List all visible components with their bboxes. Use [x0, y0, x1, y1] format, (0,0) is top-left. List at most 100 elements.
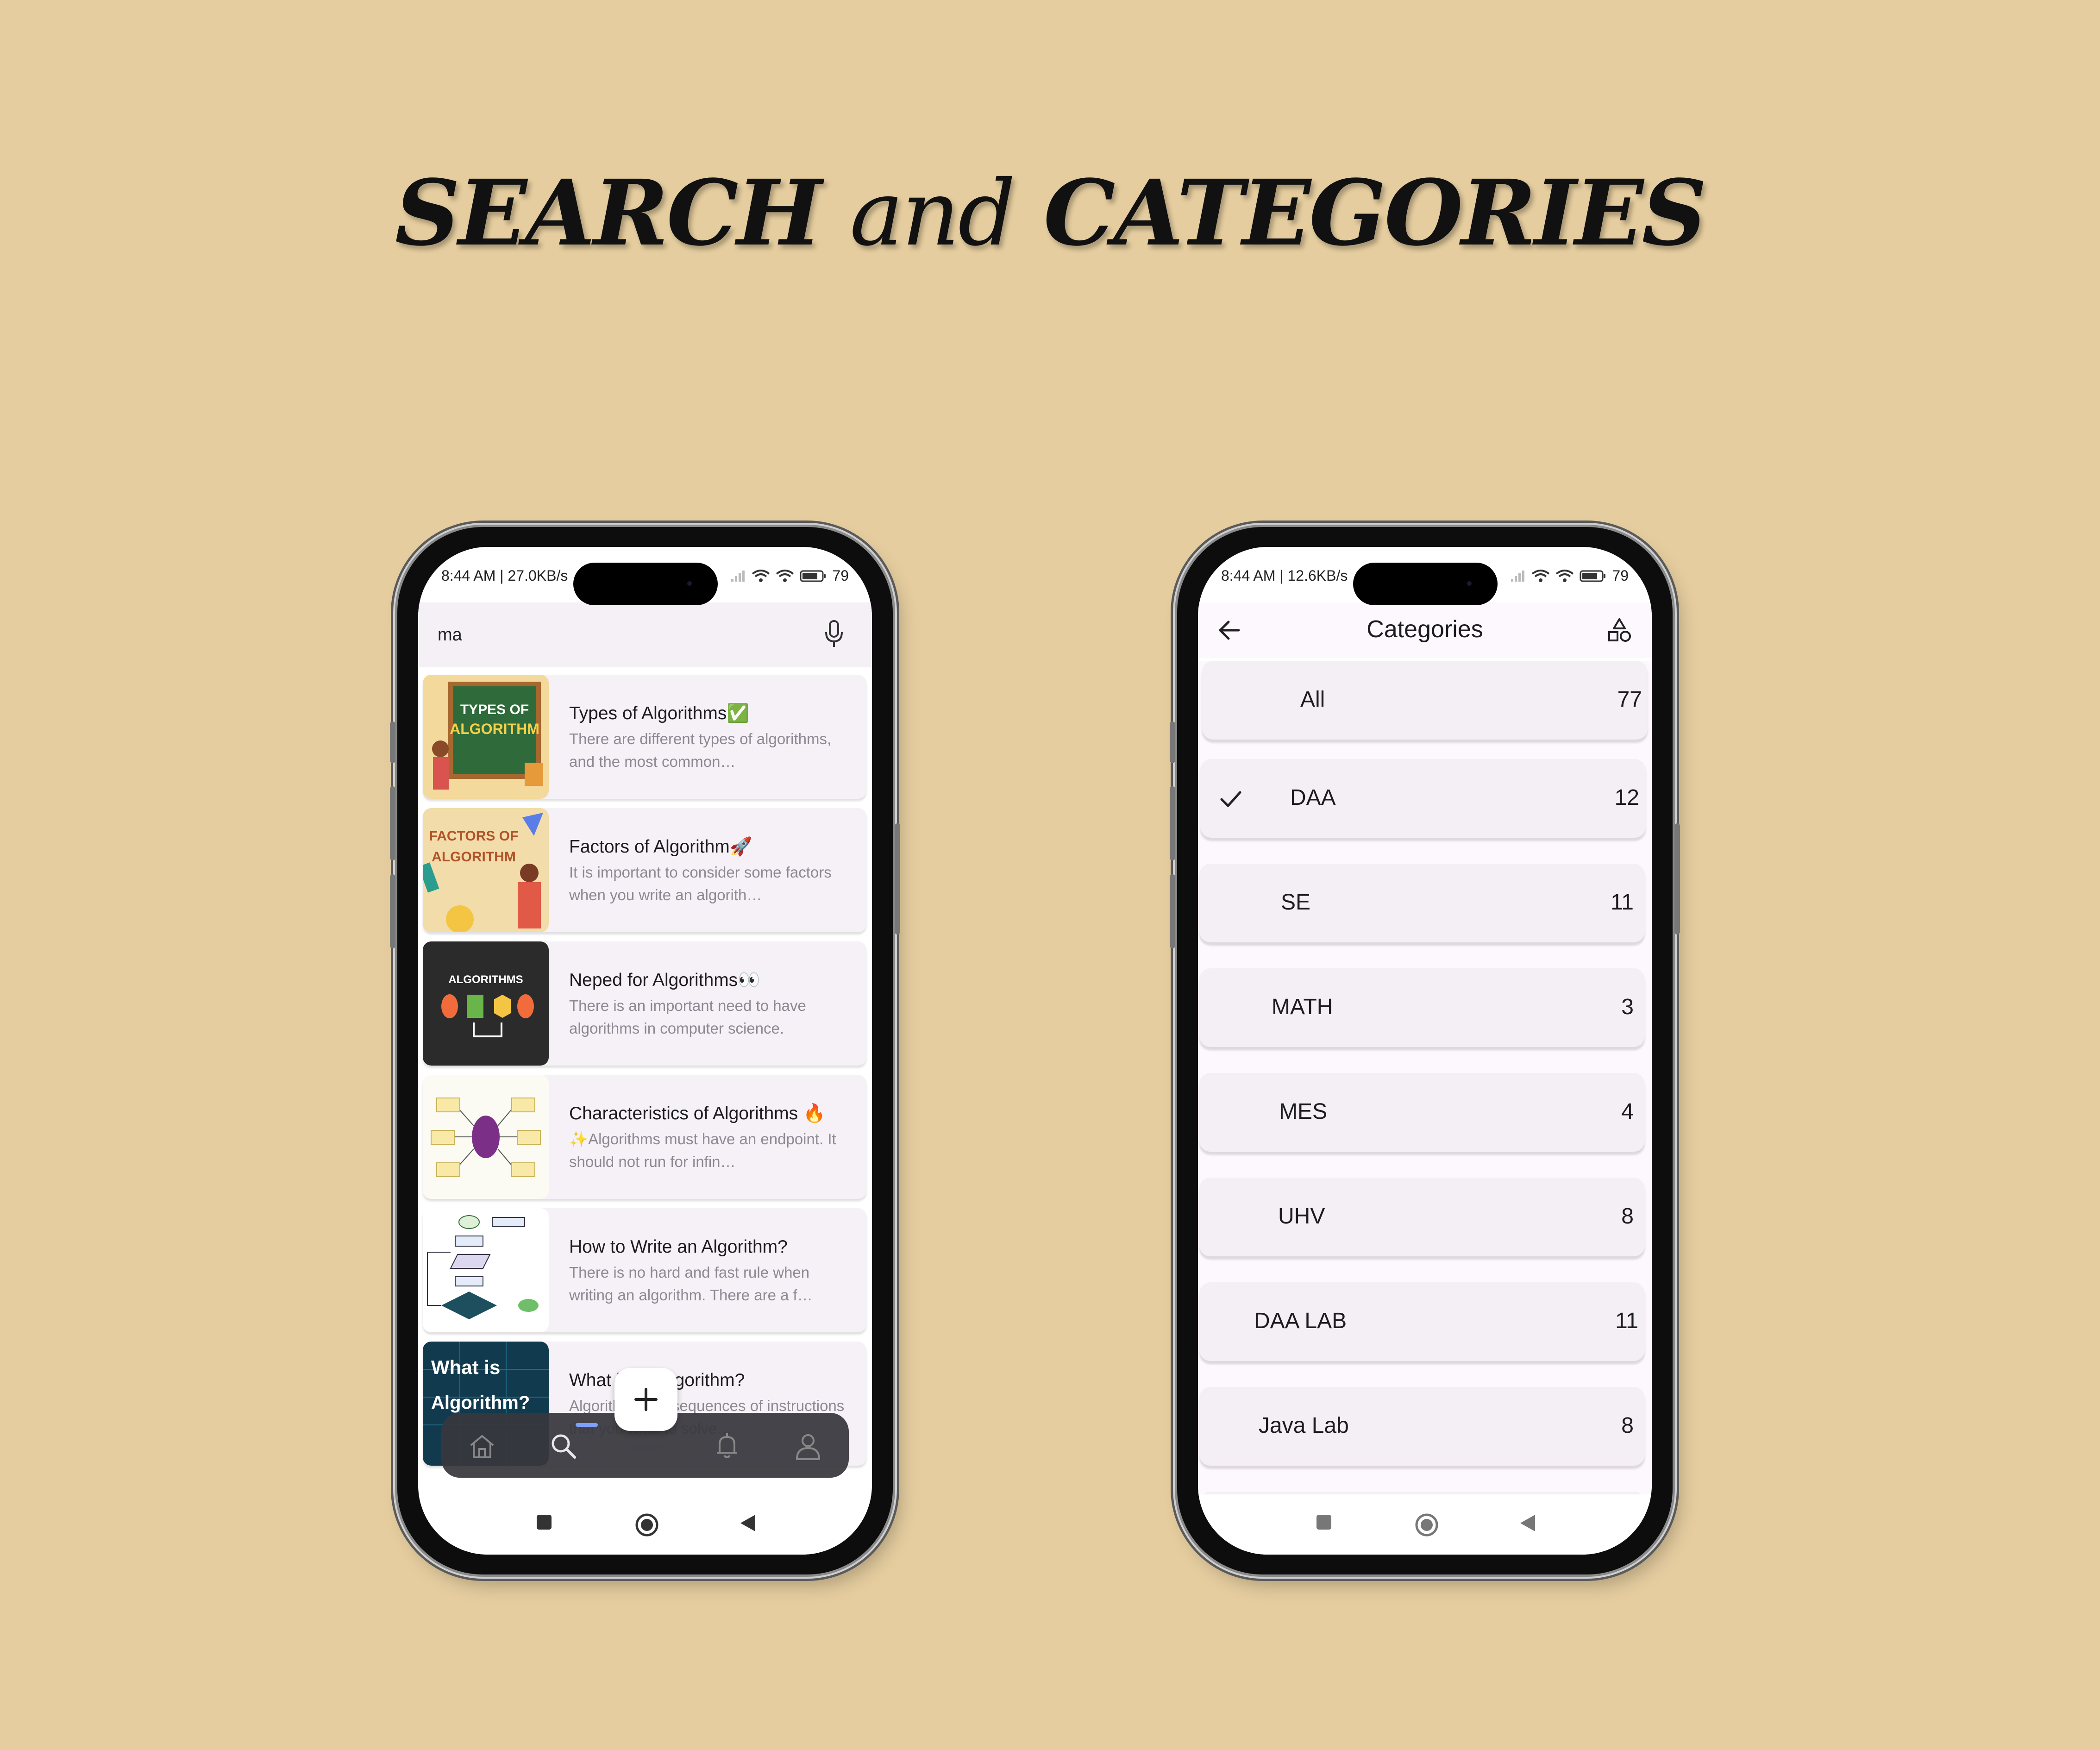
result-description: There is an important need to have algor… [569, 997, 806, 1037]
search-icon[interactable] [549, 1431, 578, 1461]
category-item-math[interactable]: MATH 3 [1199, 968, 1645, 1047]
category-list: All 77 DAA 12 SE 11 MATH 3 MES 4 UHV 8 D… [1198, 661, 1652, 1555]
category-count: 77 [1617, 687, 1642, 712]
system-navigation-bar [418, 1494, 872, 1555]
status-time: 8:44 AM | 27.0KB/s [441, 567, 568, 584]
thumb-text-line2: Algorithm? [431, 1392, 530, 1413]
result-text: Factors of Algorithm🚀 It is important to… [569, 808, 854, 932]
result-title: What is an Algorithm? [569, 1370, 745, 1390]
status-icons: 79 [730, 567, 849, 584]
profile-icon[interactable] [793, 1431, 823, 1461]
result-description: There are different types of algorithms,… [569, 730, 832, 770]
category-name: UHV [1278, 1204, 1325, 1229]
category-name: MATH [1272, 995, 1333, 1019]
square-icon[interactable] [1315, 1513, 1333, 1531]
result-thumbnail: ALGORITHMS [423, 941, 549, 1066]
shapes-icon[interactable] [1605, 616, 1633, 644]
phone-volume-up [390, 786, 395, 860]
category-count: 12 [1614, 785, 1639, 810]
result-text: Neped for Algorithms👀 There is an import… [569, 941, 854, 1066]
category-count: 8 [1621, 1204, 1634, 1229]
result-card[interactable]: TYPES OF ALGORITHM Types of Algorithms✅ … [423, 675, 866, 799]
checkmark-icon [1220, 791, 1241, 807]
category-item-daa[interactable]: DAA 12 [1200, 759, 1646, 838]
category-name: MES [1279, 1099, 1328, 1124]
system-navigation-bar [1198, 1494, 1652, 1555]
circle-icon[interactable] [635, 1513, 659, 1537]
category-count: 8 [1621, 1413, 1634, 1438]
back-triangle-icon[interactable] [1518, 1513, 1537, 1533]
thumb-text-line2: ALGORITHM [432, 849, 516, 865]
categories-screen: 8:44 AM | 12.6KB/s 79 Categories All 77 … [1198, 547, 1652, 1555]
wifi-icon [752, 569, 770, 582]
category-item-se[interactable]: SE 11 [1199, 864, 1645, 942]
category-item-mes[interactable]: MES 4 [1199, 1073, 1645, 1152]
phone-categories: 8:44 AM | 12.6KB/s 79 Categories All 77 … [1170, 527, 1680, 1574]
category-count: 4 [1621, 1099, 1634, 1124]
result-thumbnail: TYPES OF ALGORITHM [423, 675, 549, 799]
status-icons: 79 [1510, 567, 1629, 584]
app-bar: Categories [1198, 602, 1652, 658]
result-title: Types of Algorithms✅ [569, 703, 749, 723]
page-title: Categories [1367, 616, 1483, 643]
category-item-uhv[interactable]: UHV 8 [1199, 1178, 1645, 1256]
bell-icon[interactable] [712, 1431, 742, 1461]
wifi-icon-2 [776, 569, 794, 582]
category-count: 11 [1615, 1309, 1638, 1333]
category-item-all[interactable]: All 77 [1202, 661, 1648, 740]
dynamic-island [573, 563, 718, 605]
battery-level: 79 [832, 567, 849, 584]
result-text: How to Write an Algorithm? There is no h… [569, 1208, 854, 1332]
result-card[interactable]: FACTORS OF ALGORITHM Factors of Algorith… [423, 808, 866, 932]
dynamic-island [1353, 563, 1498, 605]
headline-categories: CATEGORIES [1014, 160, 1707, 266]
thumb-text-line1: TYPES OF [460, 702, 529, 717]
search-input[interactable] [438, 621, 790, 649]
flowchart-illustration [423, 1208, 549, 1332]
characteristics-mindmap-illustration [423, 1075, 549, 1199]
result-description: There is no hard and fast rule when writ… [569, 1264, 813, 1304]
result-title: Factors of Algorithm🚀 [569, 837, 752, 857]
category-name: DAA LAB [1254, 1309, 1347, 1333]
back-triangle-icon[interactable] [739, 1513, 757, 1533]
microphone-icon[interactable] [823, 618, 845, 651]
search-screen: 8:44 AM | 27.0KB/s 79 TYPES OF [418, 547, 872, 1555]
search-bar [418, 602, 872, 667]
result-description: ✨Algorithms must have an endpoint. It sh… [569, 1130, 836, 1170]
plus-icon [634, 1388, 658, 1411]
types-of-algorithm-illustration: TYPES OF ALGORITHM [423, 675, 549, 799]
thumb-text-line1: FACTORS OF [429, 828, 519, 844]
category-name: SE [1281, 890, 1311, 915]
home-icon[interactable] [467, 1431, 497, 1461]
result-card[interactable]: ALGORITHMS Neped for Algorithms👀 There i… [423, 941, 866, 1066]
wifi-icon [1532, 569, 1550, 582]
battery-icon [1580, 570, 1606, 582]
phone-mute-switch [390, 721, 395, 763]
thumb-text-line2: ALGORITHM [450, 721, 539, 737]
result-thumbnail: FACTORS OF ALGORITHM [423, 808, 549, 932]
result-card[interactable]: How to Write an Algorithm? There is no h… [423, 1208, 866, 1332]
category-item-java-lab[interactable]: Java Lab 8 [1199, 1387, 1645, 1466]
page-headline: SEARCH and CATEGORIES [0, 160, 2100, 266]
add-post-button[interactable] [614, 1368, 677, 1431]
signal-icon [731, 570, 745, 582]
headline-search: SEARCH [395, 160, 850, 266]
category-item-daa-lab[interactable]: DAA LAB 11 [1199, 1282, 1645, 1361]
category-count: 11 [1611, 890, 1634, 915]
status-time: 8:44 AM | 12.6KB/s [1221, 567, 1348, 584]
result-card[interactable]: Characteristics of Algorithms 🔥 ✨Algorit… [423, 1075, 866, 1199]
category-name: Java Lab [1259, 1413, 1349, 1438]
phone-mute-switch [1170, 721, 1175, 763]
phone-power-button [895, 823, 900, 935]
category-name: DAA [1290, 785, 1336, 810]
result-text: Types of Algorithms✅ There are different… [569, 675, 854, 799]
square-icon[interactable] [535, 1513, 553, 1531]
thumb-text-line1: What is [431, 1356, 500, 1378]
signal-icon [1511, 570, 1525, 582]
result-description: It is important to consider some factors… [569, 864, 832, 903]
wifi-icon-2 [1556, 569, 1574, 582]
circle-icon[interactable] [1415, 1513, 1439, 1537]
phone-power-button [1674, 823, 1680, 935]
phone-volume-down [390, 874, 395, 948]
battery-icon [800, 570, 826, 582]
